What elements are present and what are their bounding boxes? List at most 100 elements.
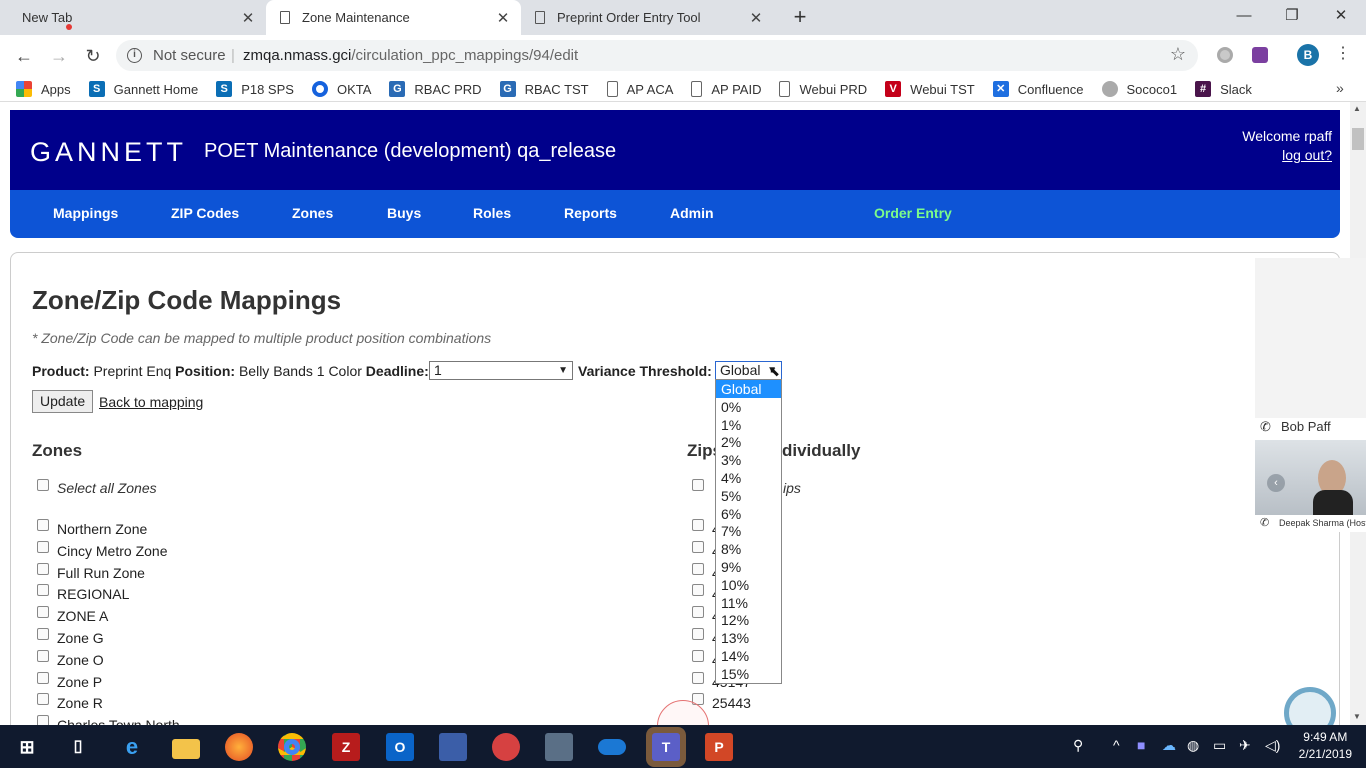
- variance-option[interactable]: 4%: [716, 469, 781, 487]
- tab-zone-maintenance[interactable]: Zone Maintenance ✕: [266, 0, 521, 35]
- task-view-icon[interactable]: ▯: [64, 733, 92, 761]
- zip-checkbox[interactable]: [692, 628, 704, 640]
- variance-option[interactable]: 5%: [716, 487, 781, 505]
- nav-zones[interactable]: Zones: [292, 205, 333, 221]
- bookmark-ap-paid[interactable]: AP PAID: [691, 81, 761, 97]
- bookmark-webui-tst[interactable]: V Webui TST: [885, 81, 975, 97]
- variance-option[interactable]: 7%: [716, 522, 781, 540]
- zip-checkbox[interactable]: [692, 649, 704, 662]
- logout-link[interactable]: log out?: [1282, 147, 1332, 163]
- variance-option[interactable]: 3%: [716, 451, 781, 469]
- nav-admin[interactable]: Admin: [670, 205, 714, 221]
- address-bar[interactable]: i Not secure | zmqa.nmass.gci/circulatio…: [116, 40, 1198, 71]
- tab-new-tab[interactable]: New Tab ✕: [0, 0, 266, 35]
- zone-checkbox[interactable]: [37, 693, 49, 706]
- forward-button[interactable]: →: [48, 45, 70, 67]
- url-text[interactable]: zmqa.nmass.gci/circulation_ppc_mappings/…: [243, 47, 578, 64]
- bookmark-apps[interactable]: Apps: [16, 81, 71, 97]
- back-to-mapping-link[interactable]: Back to mapping: [99, 394, 203, 410]
- outlook-icon[interactable]: O: [386, 733, 414, 761]
- battery-icon[interactable]: ▭: [1213, 737, 1226, 754]
- people-icon[interactable]: ⚲: [1073, 737, 1083, 754]
- bookmark-okta[interactable]: OKTA: [311, 81, 371, 97]
- chevron-left-icon[interactable]: ‹: [1267, 474, 1285, 492]
- nav-order-entry[interactable]: Order Entry: [874, 205, 952, 221]
- zip-checkbox[interactable]: [692, 562, 704, 575]
- snipping-tool-icon[interactable]: [492, 733, 520, 761]
- variance-option[interactable]: 2%: [716, 433, 781, 451]
- select-all-zips-checkbox[interactable]: [692, 479, 704, 491]
- variance-option[interactable]: 8%: [716, 540, 781, 558]
- zone-checkbox[interactable]: [37, 606, 49, 619]
- deadline-select[interactable]: 1 ▼: [429, 361, 573, 380]
- close-window-button[interactable]: ✕: [1326, 5, 1356, 27]
- teams-icon[interactable]: T: [652, 733, 680, 761]
- zone-checkbox[interactable]: [37, 649, 49, 662]
- variance-option[interactable]: 0%: [716, 398, 781, 416]
- zone-checkbox[interactable]: [37, 584, 49, 597]
- bookmark-confluence[interactable]: ✕ Confluence: [992, 81, 1084, 97]
- nav-mappings[interactable]: Mappings: [53, 205, 118, 221]
- close-tab-icon[interactable]: ✕: [748, 9, 764, 27]
- onedrive-icon[interactable]: [598, 739, 626, 755]
- variance-option[interactable]: 15%: [716, 665, 781, 683]
- network-app-icon[interactable]: [545, 733, 573, 761]
- zone-checkbox[interactable]: [37, 671, 49, 684]
- teams-tray-icon[interactable]: ■: [1137, 737, 1145, 753]
- new-tab-button[interactable]: +: [789, 5, 811, 29]
- variance-option[interactable]: 10%: [716, 576, 781, 594]
- variance-option[interactable]: 9%: [716, 558, 781, 576]
- zip-checkbox[interactable]: [692, 671, 704, 684]
- bookmark-webui-prd[interactable]: Webui PRD: [779, 81, 867, 97]
- scroll-up-icon[interactable]: ▲: [1353, 104, 1361, 113]
- bookmark-slack[interactable]: # Slack: [1195, 81, 1252, 97]
- variance-option[interactable]: 14%: [716, 647, 781, 665]
- minimize-button[interactable]: —: [1229, 5, 1259, 27]
- zone-checkbox[interactable]: [37, 715, 49, 725]
- info-icon[interactable]: i: [127, 48, 142, 63]
- reload-button[interactable]: ↻: [82, 45, 104, 67]
- powerpoint-icon[interactable]: P: [705, 733, 733, 761]
- profile-avatar[interactable]: B: [1297, 44, 1319, 66]
- zone-checkbox[interactable]: [37, 540, 49, 553]
- remote-desktop-icon[interactable]: [439, 733, 467, 761]
- variance-option[interactable]: 13%: [716, 629, 781, 647]
- bookmark-gannett-home[interactable]: S Gannett Home: [88, 81, 198, 97]
- file-explorer-icon[interactable]: [172, 739, 200, 759]
- scrollbar-thumb[interactable]: [1352, 128, 1364, 150]
- bookmark-rbac-tst[interactable]: G RBAC TST: [499, 81, 589, 97]
- bookmark-p18-sps[interactable]: S P18 SPS: [216, 81, 294, 97]
- bookmark-ap-aca[interactable]: AP ACA: [606, 81, 673, 97]
- zone-checkbox[interactable]: [37, 519, 49, 531]
- variance-option[interactable]: 12%: [716, 611, 781, 629]
- update-button[interactable]: Update: [32, 390, 94, 413]
- variance-option[interactable]: 11%: [716, 594, 781, 612]
- extension-icon[interactable]: [1252, 47, 1268, 63]
- nav-zip-codes[interactable]: ZIP Codes: [171, 205, 239, 221]
- zip-checkbox[interactable]: [692, 606, 704, 619]
- zone-checkbox[interactable]: [37, 562, 49, 575]
- restore-button[interactable]: ❐: [1277, 5, 1307, 27]
- variance-option[interactable]: Global: [716, 380, 781, 398]
- nav-roles[interactable]: Roles: [473, 205, 511, 221]
- airplane-icon[interactable]: ✈: [1239, 737, 1251, 754]
- zone-checkbox[interactable]: [37, 628, 49, 640]
- bookmark-rbac-prd[interactable]: G RBAC PRD: [389, 81, 482, 97]
- system-clock[interactable]: 9:49 AM 2/21/2019: [1299, 729, 1352, 763]
- browser-menu-icon[interactable]: ⋮: [1335, 43, 1351, 63]
- chrome-icon[interactable]: [278, 733, 306, 761]
- variance-option[interactable]: 6%: [716, 505, 781, 523]
- call-video[interactable]: ‹: [1255, 440, 1366, 515]
- back-button[interactable]: ←: [13, 45, 35, 67]
- nav-buys[interactable]: Buys: [387, 205, 421, 221]
- tab-preprint-order-entry[interactable]: Preprint Order Entry Tool ✕: [521, 0, 774, 35]
- bookmark-star-icon[interactable]: ☆: [1170, 44, 1186, 65]
- nav-reports[interactable]: Reports: [564, 205, 617, 221]
- internet-explorer-icon[interactable]: e: [118, 733, 146, 761]
- extension-icon[interactable]: [1217, 47, 1233, 63]
- bookmarks-overflow-icon[interactable]: »: [1336, 80, 1344, 96]
- variance-option[interactable]: 1%: [716, 416, 781, 434]
- filezilla-icon[interactable]: Z: [332, 733, 360, 761]
- variance-options-list[interactable]: Global 0% 1% 2% 3% 4% 5% 6% 7% 8% 9% 10% 11% 12% 13% 14…: [715, 379, 782, 684]
- network-tray-icon[interactable]: ◍: [1187, 737, 1199, 754]
